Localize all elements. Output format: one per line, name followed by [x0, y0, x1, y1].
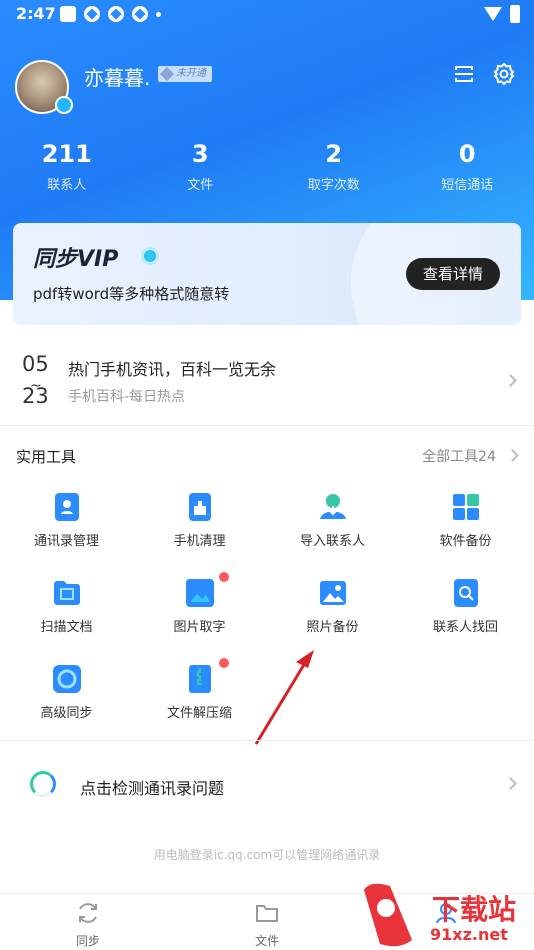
vip-title: 同步VIP	[33, 247, 119, 272]
stat-label: 联系人	[47, 178, 87, 193]
stat-contacts[interactable]: 211 联系人	[0, 140, 134, 193]
check-contacts-row[interactable]: 点击检测通讯录问题	[0, 755, 534, 815]
vip-subtitle: pdf转word等多种格式随意转	[33, 285, 230, 303]
tool-app-backup[interactable]: 软件备份	[399, 488, 532, 558]
photo-backup-icon	[320, 581, 346, 605]
nav-label: 同步	[75, 934, 100, 948]
tool-scan-doc[interactable]: 扫描文档	[0, 574, 133, 644]
nav-sync[interactable]: 同步	[48, 900, 128, 949]
image-text-icon	[186, 579, 214, 607]
tools-heading: 实用工具	[16, 448, 77, 466]
folder-icon	[256, 905, 278, 922]
news-date-month: 05	[22, 352, 49, 376]
tool-label: 导入联系人	[299, 534, 365, 549]
app-notification-icon	[132, 6, 148, 22]
check-contacts-label: 点击检测通讯录问题	[80, 779, 225, 798]
stat-sms-calls[interactable]: 0 短信通话	[401, 140, 534, 193]
new-badge	[219, 572, 229, 582]
watermark-brand: 下载站	[432, 893, 517, 926]
avatar[interactable]	[15, 60, 73, 114]
stat-label: 短信通话	[441, 178, 494, 193]
chevron-right-icon	[506, 449, 519, 462]
status-time: 2:47	[16, 4, 56, 23]
advanced-sync-icon	[53, 665, 81, 693]
stat-value: 0	[458, 140, 476, 168]
tool-label: 联系人找回	[432, 620, 498, 635]
watermark-domain: 91xz.net	[430, 925, 508, 944]
nav-label: 文件	[254, 934, 279, 948]
news-date-day: 23	[22, 384, 49, 408]
annotation-arrow	[254, 650, 314, 745]
scan-doc-icon	[54, 581, 80, 605]
stat-label: 取字次数	[307, 178, 360, 193]
status-icons	[60, 6, 161, 22]
stats-row: 211 联系人 3 文件 2 取字次数 0 短信通话	[0, 140, 534, 193]
news-title: 热门手机资讯，百科一览无余	[68, 360, 277, 379]
battery-icon	[510, 5, 520, 23]
username[interactable]: 亦暮暮.	[84, 62, 150, 91]
stat-value: 211	[41, 140, 92, 168]
stat-files[interactable]: 3 文件	[134, 140, 268, 193]
stat-ocr-count[interactable]: 2 取字次数	[267, 140, 401, 193]
tool-label: 文件解压缩	[166, 706, 232, 721]
tool-advanced-sync[interactable]: 高级同步	[0, 660, 133, 730]
stat-label: 文件	[187, 178, 214, 193]
gear-icon[interactable]	[492, 62, 516, 86]
tool-image-ocr[interactable]: 图片取字	[133, 572, 266, 644]
tool-label: 图片取字	[173, 620, 226, 635]
tool-label: 通讯录管理	[33, 534, 99, 549]
tool-photo-backup[interactable]: 照片备份	[266, 574, 399, 644]
chevron-right-icon	[504, 777, 517, 790]
tool-unzip[interactable]: 文件解压缩	[133, 658, 266, 730]
app-notification-icon	[84, 6, 100, 22]
loading-ring-icon	[30, 771, 56, 797]
sync-icon	[79, 903, 97, 923]
tool-label: 手机清理	[173, 534, 226, 549]
stat-value: 3	[191, 140, 209, 168]
app-notification-icon	[108, 6, 124, 22]
chevron-right-icon	[504, 374, 517, 387]
stat-value: 2	[325, 140, 343, 168]
status-bar: 2:47	[0, 0, 534, 28]
new-badge	[219, 658, 229, 668]
wifi-icon	[484, 7, 502, 21]
tool-label: 高级同步	[40, 706, 93, 721]
news-subtitle: 手机百科-每日热点	[68, 389, 186, 405]
tool-label: 软件备份	[439, 534, 492, 549]
app-backup-icon	[453, 494, 479, 520]
vip-crown-icon	[141, 247, 159, 265]
vip-status-badge[interactable]: 未开通	[158, 66, 212, 82]
contact-recover-icon	[454, 579, 478, 607]
tool-contact-recover[interactable]: 联系人找回	[399, 574, 532, 644]
nav-files[interactable]: 文件	[227, 900, 307, 949]
contacts-book-icon	[55, 493, 79, 521]
vip-card[interactable]: 同步VIP pdf转word等多种格式随意转 查看详情	[13, 223, 521, 325]
vip-details-button[interactable]: 查看详情	[406, 258, 500, 290]
all-tools-link[interactable]: 全部工具24	[422, 446, 496, 466]
tool-label: 照片备份	[306, 620, 359, 635]
tool-contacts-manage[interactable]: 通讯录管理	[0, 488, 133, 558]
scan-icon[interactable]	[452, 62, 476, 86]
news-banner[interactable]: 05 ~ 23 热门手机资讯，百科一览无余 手机百科-每日热点	[0, 340, 534, 426]
web-manage-hint: 用电脑登录ic.qq.com可以管理网络通讯录	[153, 848, 381, 862]
qq-badge-icon	[55, 96, 73, 114]
unzip-icon	[189, 665, 211, 693]
section-divider	[0, 740, 534, 741]
import-contact-icon	[320, 494, 346, 519]
tool-import-contacts[interactable]: 导入联系人	[266, 488, 399, 558]
tools-header: 实用工具 全部工具24	[0, 436, 534, 472]
notification-icon	[60, 6, 76, 22]
tool-phone-clean[interactable]: 手机清理	[133, 488, 266, 558]
phone-clean-icon	[189, 493, 211, 521]
more-notifications-icon	[156, 11, 161, 17]
tool-label: 扫描文档	[40, 620, 93, 635]
